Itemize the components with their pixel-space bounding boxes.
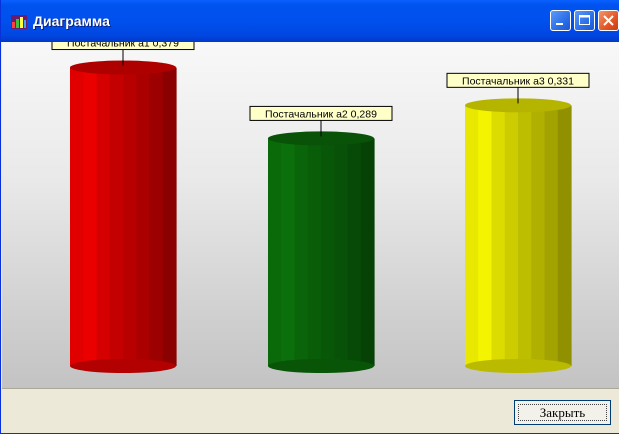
diagram-window: Диаграмма Постачальник а1 0,379 Постачаль…: [0, 0, 619, 434]
bar-2: [268, 131, 375, 373]
close-button-label: Закрыть: [518, 404, 607, 421]
title-bar[interactable]: Диаграмма: [1, 0, 619, 42]
bar-1: [70, 60, 177, 373]
minimize-icon: [556, 23, 563, 25]
chart-area: Постачальник а1 0,379 Постачальник а2 0,2…: [2, 42, 619, 388]
maximize-button[interactable]: [574, 10, 595, 31]
window-title: Диаграмма: [33, 13, 110, 29]
close-button[interactable]: Закрыть: [514, 400, 611, 425]
minimize-button[interactable]: [550, 10, 571, 31]
close-icon: [603, 15, 614, 26]
data-label-1: Постачальник а1 0,379: [67, 42, 179, 50]
app-icon: [11, 15, 27, 29]
data-label-2: Постачальник а2 0,289: [265, 108, 377, 120]
bar-3: [465, 98, 572, 373]
cylinder-chart: Постачальник а1 0,379 Постачальник а2 0,2…: [51, 42, 590, 373]
close-window-button[interactable]: [598, 10, 619, 31]
footer-bar: Закрыть: [2, 388, 619, 433]
maximize-icon: [579, 15, 590, 25]
data-label-3: Постачальник а3 0,331: [462, 75, 574, 87]
